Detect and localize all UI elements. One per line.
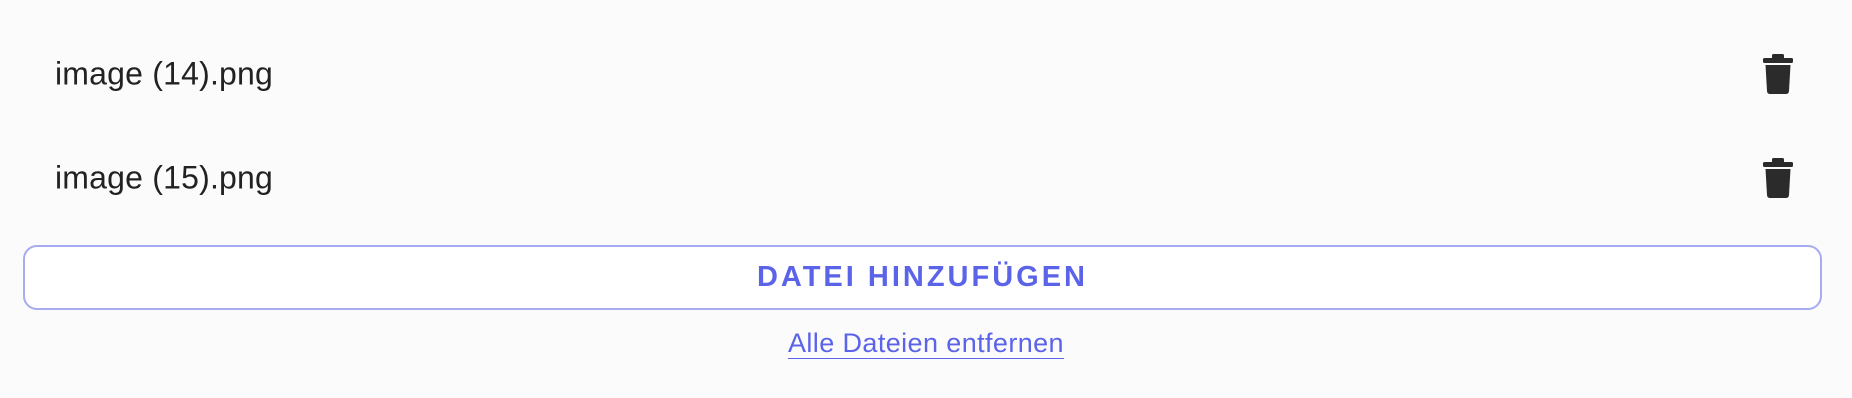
trash-icon [1763,158,1793,198]
file-list-item: image (14).png [0,22,1852,126]
trash-icon [1763,54,1793,94]
file-name: image (15).png [55,159,274,196]
add-file-button-label: DATEI HINZUFÜGEN [756,261,1088,293]
file-list-item: image (15).png [0,126,1852,230]
remove-all-files-link[interactable]: Alle Dateien entfernen [788,328,1064,358]
delete-file-button[interactable] [1758,154,1798,202]
file-upload-panel: image (14).png image (15).png DATEI HINZ… [0,0,1852,398]
delete-file-button[interactable] [1758,50,1798,98]
add-file-button[interactable]: DATEI HINZUFÜGEN [23,245,1822,310]
remove-all-container: Alle Dateien entfernen [0,328,1852,368]
file-name: image (14).png [55,55,274,92]
